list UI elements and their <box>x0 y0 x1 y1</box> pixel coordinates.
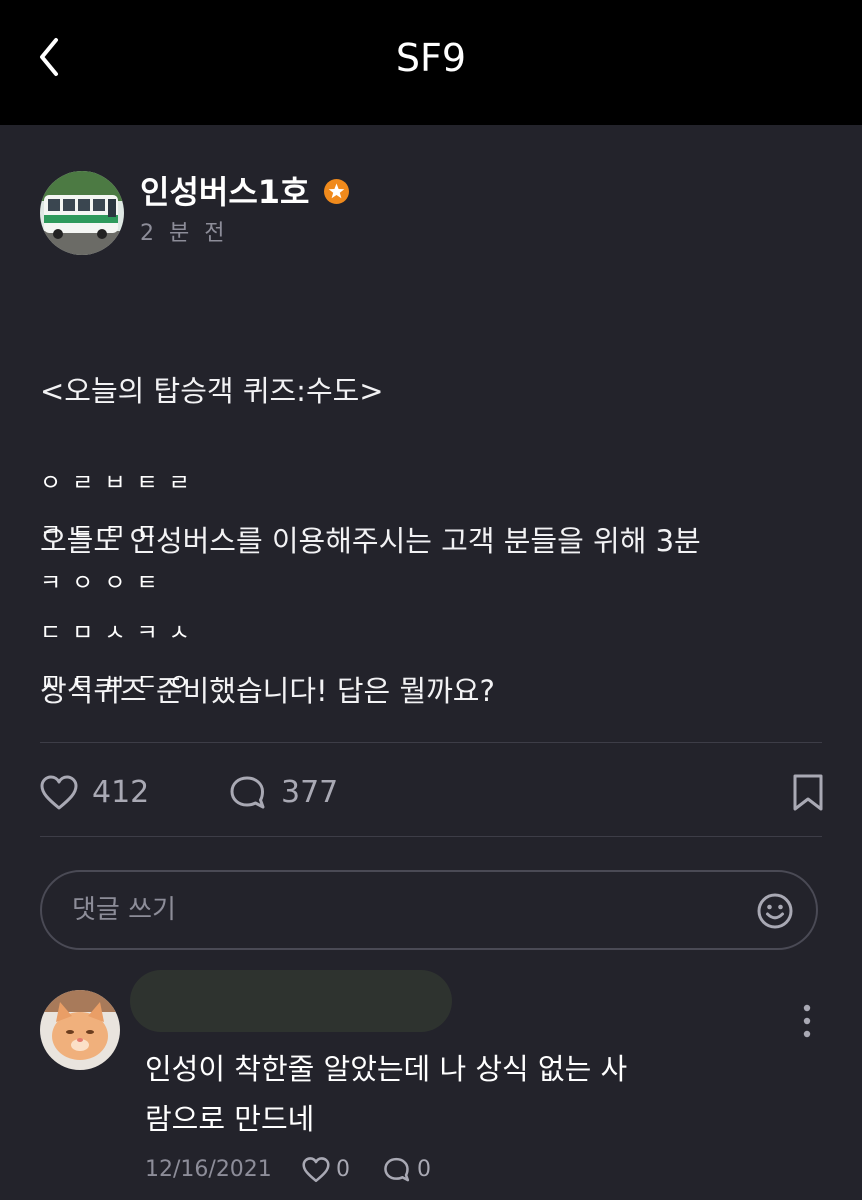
comment-input-placeholder: 댓글 쓰기 <box>72 895 176 925</box>
more-options-button[interactable] <box>796 1003 818 1039</box>
comment-like-count: 0 <box>336 1157 350 1182</box>
heart-icon <box>40 775 78 810</box>
quiz-block: ㅇㄹㅂㅌㄹ ㅋㅌㅁㄷ ㅋㅇㅇㅌ ㄷㅁㅅㅋㅅ ㅁㅌㅂㄷㅇ <box>40 458 440 708</box>
emoji-button[interactable] <box>756 892 794 930</box>
comment-text-line: 람으로 만드네 <box>145 1102 315 1136</box>
bookmark-button[interactable] <box>792 773 824 813</box>
author-name[interactable]: 인성버스1호 <box>140 170 309 214</box>
comment-text-line: 인성이 착한줄 알았는데 나 상식 없는 사 <box>145 1052 628 1086</box>
comment-like-button[interactable]: 0 <box>302 1152 362 1188</box>
quiz-line: ㅁㅌㅂㄷㅇ <box>40 670 201 696</box>
author-avatar[interactable] <box>40 171 124 255</box>
comment-input[interactable]: 댓글 쓰기 <box>40 870 818 950</box>
cat-avatar-image <box>40 990 120 1070</box>
comment-icon <box>384 1157 410 1182</box>
like-count: 412 <box>92 775 150 810</box>
quiz-line: ㅋㅌㅁㄷ <box>40 520 169 546</box>
bookmark-icon <box>793 774 823 811</box>
divider <box>40 742 822 743</box>
star-badge-icon <box>324 179 349 204</box>
comment-count: 377 <box>281 775 339 810</box>
heart-icon <box>302 1157 330 1183</box>
post-time: 2 분 전 <box>140 221 229 246</box>
comment-icon <box>230 776 265 809</box>
divider <box>40 836 822 837</box>
like-button[interactable]: 412 <box>40 770 160 816</box>
quiz-line: ㄷㅁㅅㅋㅅ <box>40 620 201 646</box>
quiz-line: ㅇㄹㅂㅌㄹ <box>40 470 201 496</box>
commenter-avatar[interactable] <box>40 990 120 1070</box>
comment-reply-button[interactable]: 0 <box>383 1152 443 1188</box>
comment-text: 인성이 착한줄 알았는데 나 상식 없는 사 람으로 만드네 <box>145 1044 765 1144</box>
page-title: SF9 <box>395 36 467 80</box>
comment-button[interactable]: 377 <box>229 770 349 816</box>
more-vertical-icon <box>803 1004 811 1038</box>
bus-avatar-image <box>40 171 124 255</box>
top-bar: SF9 <box>0 0 862 125</box>
commenter-name-redacted <box>130 970 452 1032</box>
comment-reply-count: 0 <box>417 1157 431 1182</box>
comment-date: 12/16/2021 <box>145 1157 272 1182</box>
quiz-line: ㅋㅇㅇㅌ <box>40 570 169 596</box>
post-body-line: <오늘의 탑승객 퀴즈:수도> <box>40 374 384 408</box>
smiley-icon <box>757 893 793 929</box>
